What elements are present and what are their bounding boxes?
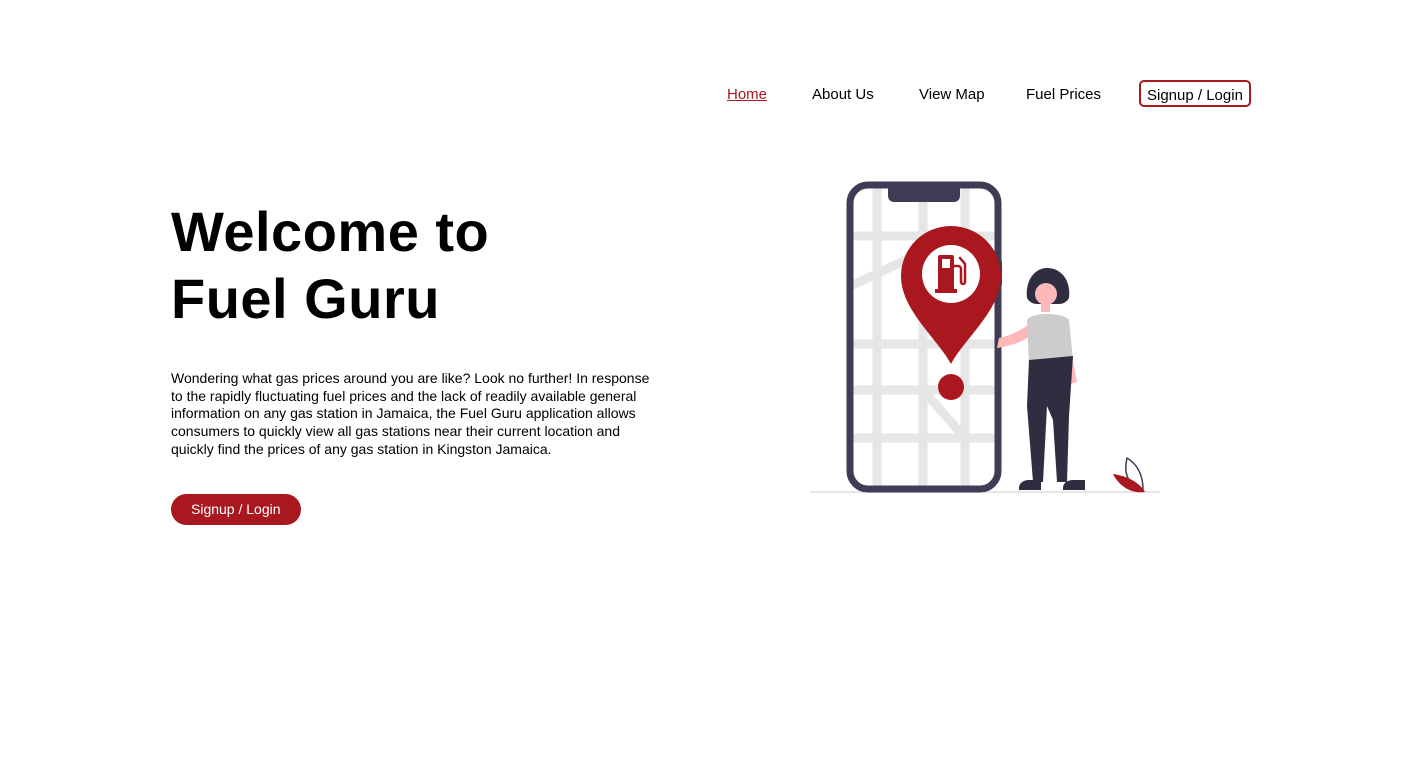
hero-title-line-2: Fuel Guru — [171, 267, 440, 330]
nav-signup-login-button[interactable]: Signup / Login — [1139, 80, 1251, 107]
nav-about-link[interactable]: About Us — [812, 86, 874, 103]
landing-page: Home About Us View Map Fuel Prices Signu… — [0, 0, 1415, 762]
nav-view-map-link[interactable]: View Map — [919, 86, 985, 103]
woman-figure — [997, 268, 1085, 490]
hero-description: Wondering what gas prices around you are… — [171, 370, 650, 457]
nav-fuel-prices-link[interactable]: Fuel Prices — [1026, 86, 1101, 103]
main-nav: Home About Us View Map Fuel Prices Signu… — [700, 80, 1251, 112]
leaf-decoration — [1113, 456, 1145, 493]
map-screen — [849, 185, 998, 489]
phone-map-illustration — [810, 181, 1160, 493]
hero-title-line-1: Welcome to — [171, 200, 490, 263]
hero-signup-login-button[interactable]: Signup / Login — [171, 494, 301, 525]
nav-home-link[interactable]: Home — [727, 86, 767, 103]
hero-title: Welcome to Fuel Guru — [171, 198, 489, 332]
